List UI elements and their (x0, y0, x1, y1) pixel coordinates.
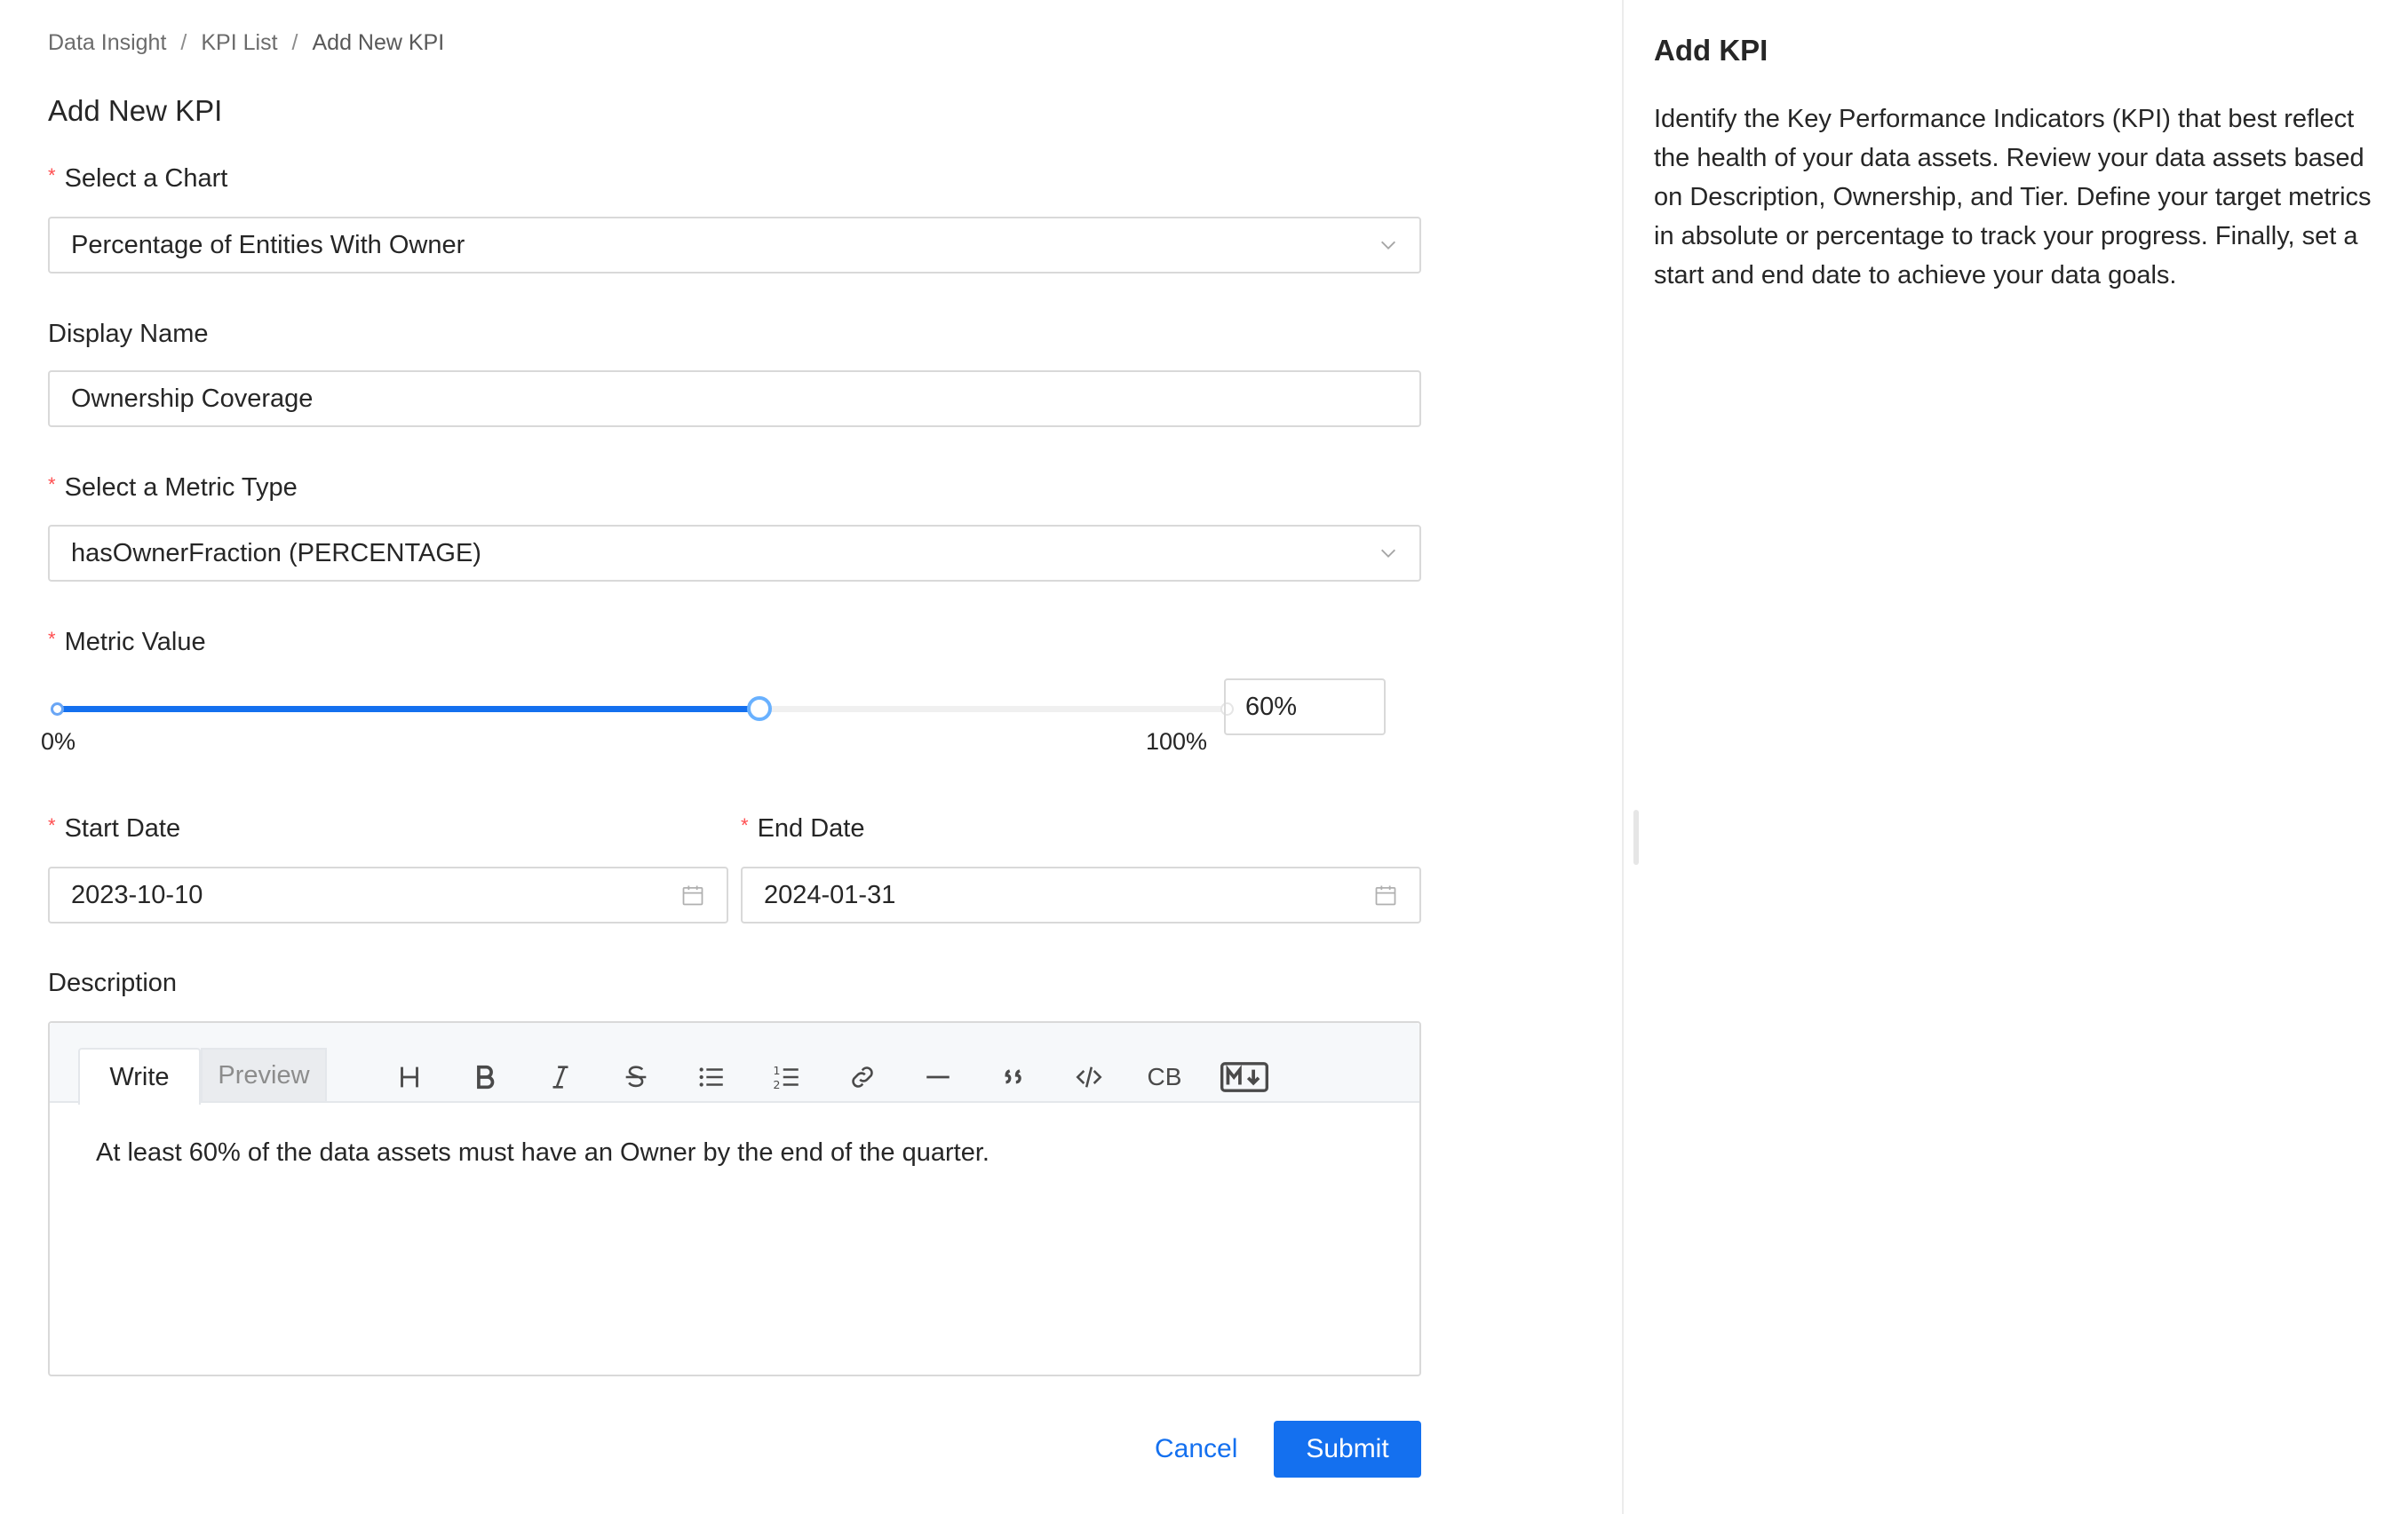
description-label-text: Description (48, 969, 178, 997)
breadcrumb-current: Add New KPI (312, 30, 445, 55)
chart-label: * Select a Chart (48, 164, 227, 194)
start-date-picker[interactable]: 2023-10-10 (48, 867, 728, 923)
metric-type-label-text: Select a Metric Type (64, 473, 298, 502)
display-name-input[interactable]: Ownership Coverage (48, 370, 1421, 427)
heading-button[interactable] (387, 1057, 432, 1098)
editor-toolbar: Write Preview 12 CB (50, 1023, 1419, 1105)
metric-type-value: hasOwnerFraction (PERCENTAGE) (71, 538, 481, 567)
metric-value-label: * Metric Value (48, 628, 206, 657)
kpi-form: Data Insight / KPI List / Add New KPI Ad… (41, 0, 1421, 1514)
metric-value-label-text: Metric Value (64, 628, 206, 656)
strikethrough-icon (625, 1066, 647, 1088)
chevron-down-icon (1381, 241, 1395, 250)
metric-type-select[interactable]: hasOwnerFraction (PERCENTAGE) (48, 525, 1421, 582)
chevron-down-icon (1381, 549, 1395, 558)
panel-title: Add KPI (1654, 34, 1768, 67)
horizontal-rule-icon (926, 1075, 950, 1079)
quote-icon (1005, 1069, 1021, 1084)
slider-track (57, 706, 759, 712)
end-date-value: 2024-01-31 (764, 880, 896, 909)
link-button[interactable] (840, 1057, 885, 1098)
code-button[interactable] (1067, 1057, 1111, 1098)
italic-button[interactable] (538, 1057, 583, 1098)
metric-type-label: * Select a Metric Type (48, 473, 298, 503)
start-date-label: * Start Date (48, 814, 180, 844)
horizontal-rule-button[interactable] (916, 1057, 960, 1098)
required-marker: * (48, 163, 56, 186)
cancel-button[interactable]: Cancel (1130, 1421, 1262, 1478)
end-date-label: * End Date (741, 814, 864, 844)
end-date-label-text: End Date (757, 814, 865, 843)
required-marker: * (741, 813, 749, 836)
calendar-icon (1375, 885, 1396, 906)
chart-select[interactable]: Percentage of Entities With Owner (48, 217, 1421, 273)
slider-min-label: 0% (41, 728, 76, 755)
breadcrumb-separator: / (180, 30, 187, 55)
slider-start-dot (51, 702, 64, 716)
chart-label-text: Select a Chart (64, 164, 228, 193)
breadcrumb-kpi-list[interactable]: KPI List (201, 30, 277, 56)
numbered-list-button[interactable]: 12 (765, 1057, 809, 1098)
slider-max-label: 100% (1146, 728, 1208, 755)
display-name-value: Ownership Coverage (71, 384, 314, 413)
bold-button[interactable] (463, 1057, 507, 1098)
bullet-list-button[interactable] (689, 1057, 734, 1098)
breadcrumb: Data Insight / KPI List / Add New KPI (48, 30, 444, 56)
markdown-icon (1220, 1062, 1268, 1092)
svg-text:2: 2 (773, 1079, 780, 1092)
svg-text:1: 1 (773, 1065, 780, 1078)
metric-value-input[interactable]: 60% (1224, 678, 1386, 735)
code-block-label: CB (1147, 1063, 1182, 1090)
display-name-label: Display Name (48, 320, 209, 349)
quote-button[interactable] (991, 1057, 1036, 1098)
heading-icon (401, 1066, 418, 1088)
code-block-button[interactable]: CB (1142, 1057, 1187, 1098)
code-icon (1076, 1066, 1102, 1088)
italic-icon (552, 1066, 568, 1089)
calendar-icon (682, 885, 703, 906)
required-marker: * (48, 472, 56, 495)
tab-preview[interactable]: Preview (201, 1048, 327, 1103)
submit-button[interactable]: Submit (1274, 1421, 1421, 1478)
display-name-label-text: Display Name (48, 320, 209, 348)
metric-value-slider[interactable] (51, 693, 1234, 725)
tab-write[interactable]: Write (78, 1048, 201, 1105)
breadcrumb-data-insight[interactable]: Data Insight (48, 30, 166, 56)
description-content[interactable]: At least 60% of the data assets must hav… (96, 1138, 989, 1168)
page-title: Add New KPI (48, 94, 223, 127)
description-label: Description (48, 969, 177, 998)
bullet-list-icon (699, 1067, 723, 1087)
add-kpi-page: Data Insight / KPI List / Add New KPI Ad… (0, 0, 2408, 1514)
markdown-button[interactable] (1218, 1057, 1271, 1098)
start-date-value: 2023-10-10 (71, 880, 203, 909)
link-icon (852, 1066, 873, 1088)
numbered-list-icon: 12 (773, 1065, 799, 1092)
end-date-picker[interactable]: 2024-01-31 (741, 867, 1421, 923)
panel-divider (1622, 0, 1624, 1514)
metric-value-input-value: 60% (1245, 692, 1298, 721)
breadcrumb-separator: / (291, 30, 298, 55)
bold-icon (477, 1065, 495, 1090)
strikethrough-button[interactable] (614, 1057, 658, 1098)
required-marker: * (48, 627, 56, 650)
resize-handle[interactable] (1633, 810, 1639, 865)
description-editor: Write Preview 12 CB At least 60% of the … (48, 1021, 1421, 1376)
slider-handle[interactable] (747, 696, 772, 721)
chart-select-value: Percentage of Entities With Owner (71, 230, 465, 259)
start-date-label-text: Start Date (64, 814, 181, 843)
required-marker: * (48, 813, 56, 836)
panel-description: Identify the Key Performance Indicators … (1654, 105, 2372, 289)
